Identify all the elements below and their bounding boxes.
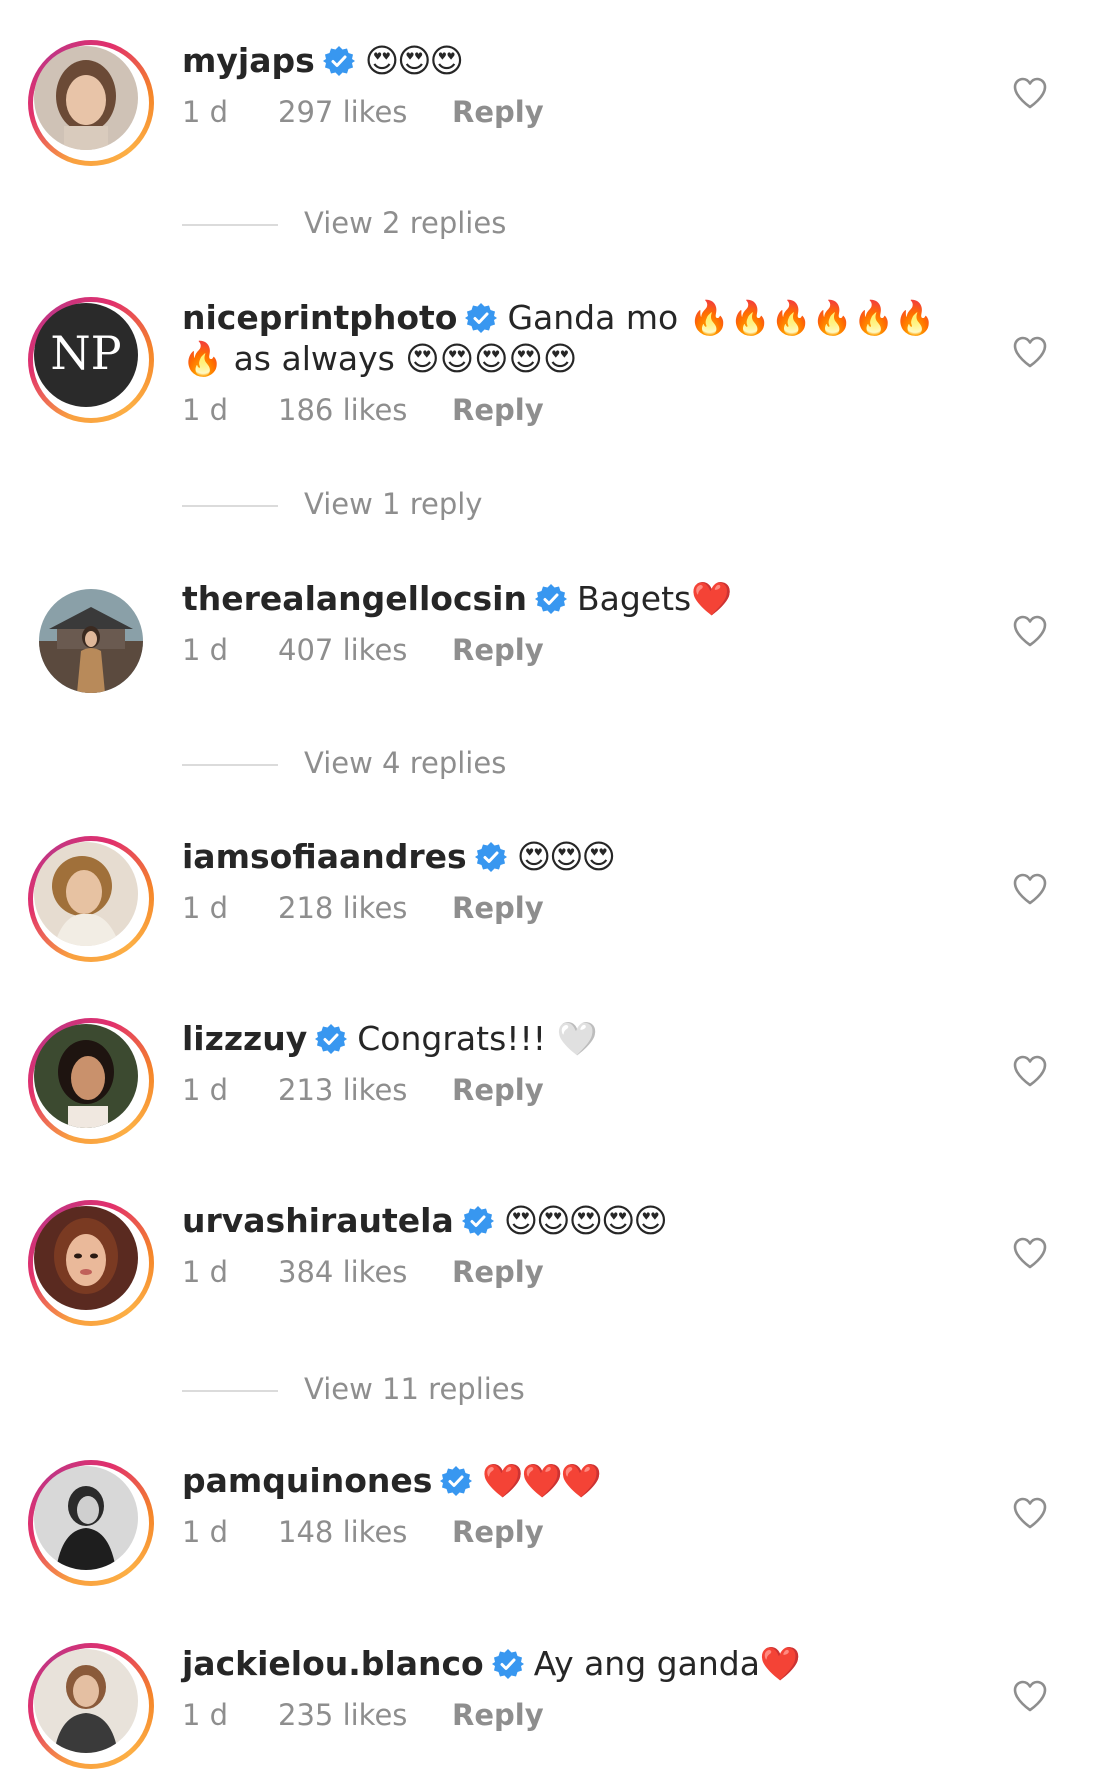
comment-username[interactable]: lizzzuy — [182, 1019, 307, 1058]
comment-likes[interactable]: 213 likes — [278, 1073, 452, 1107]
reply-button[interactable]: Reply — [452, 633, 544, 667]
comment-likes[interactable]: 297 likes — [278, 95, 452, 129]
comment-username[interactable]: urvashirautela — [182, 1201, 454, 1240]
comment-likes[interactable]: 186 likes — [278, 393, 452, 427]
comment-time: 1 d — [182, 1698, 229, 1732]
view-replies-button[interactable]: View 4 replies — [182, 746, 506, 786]
verified-badge-icon — [322, 46, 355, 76]
reply-button[interactable]: Reply — [452, 891, 544, 925]
heart-outline-icon[interactable] — [1012, 1054, 1048, 1088]
comment-time: 1 d — [182, 1515, 229, 1549]
comment-text: 😍😍😍 — [364, 41, 464, 80]
heart-outline-icon[interactable] — [1012, 1496, 1048, 1530]
verified-badge-icon — [465, 303, 498, 333]
heart-outline-icon[interactable] — [1012, 1679, 1048, 1713]
comment-time: 1 d — [182, 95, 229, 129]
comment-text: ❤️❤️❤️ — [482, 1461, 601, 1500]
avatar[interactable] — [28, 1460, 154, 1586]
verified-badge-icon — [440, 1466, 473, 1496]
verified-badge-icon — [461, 1206, 494, 1236]
comment-time: 1 d — [182, 1255, 229, 1289]
comment-text: Bagets❤️ — [576, 579, 733, 618]
comment-likes[interactable]: 148 likes — [278, 1515, 452, 1549]
verified-badge-icon — [491, 1649, 524, 1679]
heart-outline-icon[interactable] — [1012, 614, 1048, 648]
comment-time: 1 d — [182, 1073, 229, 1107]
comment-text: Ay ang ganda❤️ — [533, 1644, 802, 1683]
view-replies-label: View 11 replies — [304, 1372, 525, 1406]
reply-button[interactable]: Reply — [452, 393, 544, 427]
view-replies-button[interactable]: View 11 replies — [182, 1372, 525, 1412]
comment-username[interactable]: jackielou.blanco — [182, 1644, 484, 1683]
avatar-monogram: NP — [50, 326, 121, 380]
heart-outline-icon[interactable] — [1012, 76, 1048, 110]
comment-time: 1 d — [182, 891, 229, 925]
verified-badge-icon — [315, 1024, 348, 1054]
comment-username[interactable]: pamquinones — [182, 1461, 432, 1500]
avatar[interactable]: NP — [28, 297, 154, 423]
comment-time: 1 d — [182, 393, 229, 427]
verified-badge-icon — [534, 584, 567, 614]
heart-outline-icon[interactable] — [1012, 872, 1048, 906]
reply-button[interactable]: Reply — [452, 1073, 544, 1107]
divider — [182, 1390, 278, 1392]
view-replies-button[interactable]: View 2 replies — [182, 206, 506, 246]
divider — [182, 505, 278, 507]
avatar[interactable] — [28, 1200, 154, 1326]
view-replies-label: View 1 reply — [304, 487, 483, 521]
divider — [182, 224, 278, 226]
reply-button[interactable]: Reply — [452, 1515, 544, 1549]
avatar[interactable] — [28, 1018, 154, 1144]
heart-outline-icon[interactable] — [1012, 335, 1048, 369]
comment-time: 1 d — [182, 633, 229, 667]
comment-username[interactable]: therealangellocsin — [182, 579, 527, 618]
avatar[interactable] — [28, 578, 154, 704]
comment-text: 😍😍😍 — [516, 837, 616, 876]
comment-username[interactable]: iamsofiaandres — [182, 837, 467, 876]
reply-button[interactable]: Reply — [452, 1698, 544, 1732]
reply-button[interactable]: Reply — [452, 95, 544, 129]
reply-button[interactable]: Reply — [452, 1255, 544, 1289]
heart-outline-icon[interactable] — [1012, 1236, 1048, 1270]
comment-text: Congrats!!! 🤍 — [357, 1019, 598, 1058]
avatar[interactable] — [28, 836, 154, 962]
view-replies-label: View 4 replies — [304, 746, 507, 780]
comment-likes[interactable]: 384 likes — [278, 1255, 452, 1289]
comment-likes[interactable]: 235 likes — [278, 1698, 452, 1732]
comment-username[interactable]: myjaps — [182, 41, 315, 80]
comment-text: 😍😍😍😍😍 — [503, 1201, 668, 1240]
avatar[interactable] — [28, 1643, 154, 1769]
view-replies-button[interactable]: View 1 reply — [182, 487, 482, 527]
divider — [182, 764, 278, 766]
avatar[interactable] — [28, 40, 154, 166]
comment-likes[interactable]: 218 likes — [278, 891, 452, 925]
comment-username[interactable]: niceprintphoto — [182, 298, 457, 337]
comment-likes[interactable]: 407 likes — [278, 633, 452, 667]
verified-badge-icon — [474, 842, 507, 872]
view-replies-label: View 2 replies — [304, 206, 507, 240]
